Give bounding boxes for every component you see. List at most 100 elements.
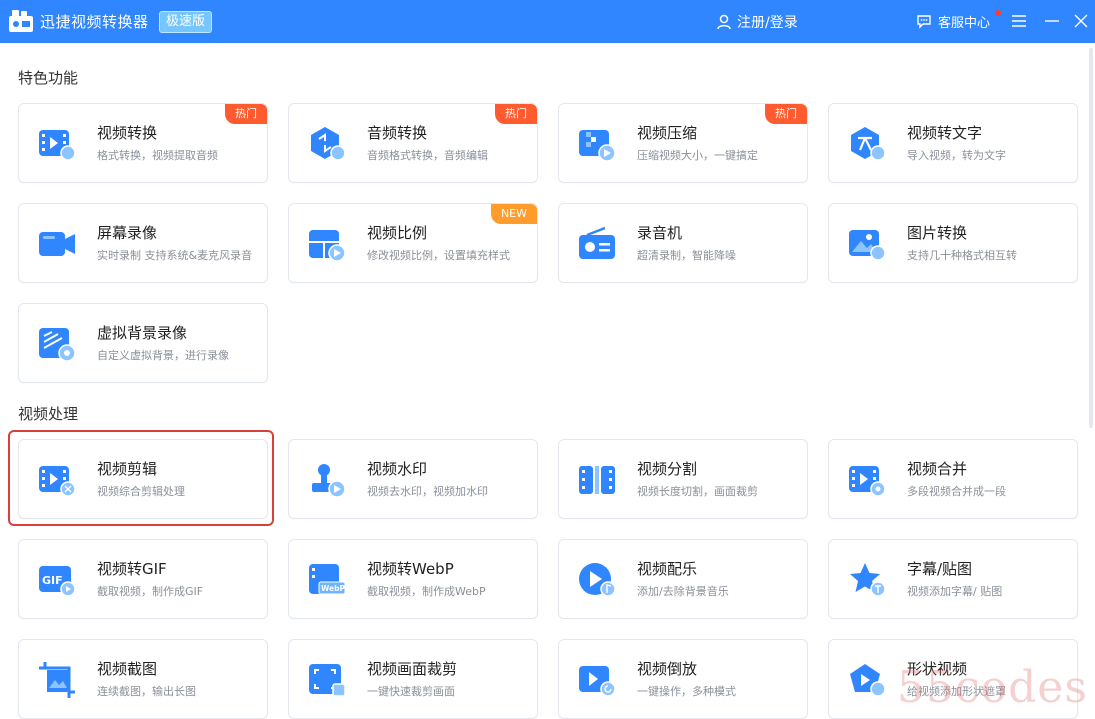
card-video-to-gif[interactable]: GIF 视频转GIF 截取视频，制作成GIF	[18, 539, 268, 619]
new-tag: NEW	[490, 204, 537, 224]
close-icon	[1074, 14, 1088, 28]
card-audio-convert[interactable]: 音频转换 音频格式转换，音频编辑 热门	[288, 103, 538, 183]
card-video-compress[interactable]: 视频压缩 压缩视频大小，一键搞定 热门	[558, 103, 808, 183]
minimize-icon	[1045, 20, 1059, 22]
gif-icon: GIF	[39, 566, 76, 597]
gif-icon-label: GIF	[42, 574, 63, 587]
card-title: 视频截图	[97, 660, 158, 678]
user-icon	[717, 14, 731, 30]
card-desc: 实时录制 支持系统&麦克风录音	[97, 249, 253, 262]
app-logo-icon	[9, 10, 33, 32]
card-desc: 视频去水印，视频加水印	[367, 485, 488, 498]
login-label: 注册/登录	[737, 15, 798, 31]
close-button[interactable]	[1072, 12, 1090, 30]
hot-tag: 热门	[495, 104, 537, 124]
card-title: 视频转GIF	[97, 560, 167, 578]
card-title: 虚拟背景录像	[97, 324, 188, 342]
card-video-reverse[interactable]: 视频倒放 一键操作，多种模式	[558, 639, 808, 719]
video-compress-icon	[579, 130, 616, 162]
card-title: 视频画面裁剪	[367, 660, 458, 678]
card-desc: 视频长度切割，画面裁剪	[637, 485, 758, 498]
minimize-button[interactable]	[1043, 12, 1061, 30]
video-music-icon	[579, 563, 616, 597]
card-title: 视频倒放	[637, 660, 698, 678]
card-desc: 连续截图，输出长图	[97, 685, 196, 698]
card-video-music[interactable]: 视频配乐 添加/去除背景音乐	[558, 539, 808, 619]
webp-icon-label: WebP	[321, 584, 345, 593]
video-watermark-icon	[312, 464, 346, 498]
reverse-icon	[579, 666, 616, 697]
shape-video-icon	[850, 664, 886, 697]
card-desc: 多段视频合并成一段	[907, 485, 1006, 498]
card-title: 视频配乐	[637, 560, 698, 578]
card-desc: 支持几十种格式相互转	[907, 249, 1017, 262]
card-recorder[interactable]: 录音机 超清录制，智能降噪	[558, 203, 808, 283]
card-image-convert[interactable]: 图片转换 支持几十种格式相互转	[828, 203, 1078, 283]
audio-convert-icon	[311, 127, 346, 161]
card-title: 视频水印	[367, 460, 428, 478]
customer-service-button[interactable]: 客服中心	[916, 12, 990, 31]
card-title: 图片转换	[907, 224, 968, 242]
card-desc: 自定义虚拟背景，进行录像	[97, 349, 229, 362]
card-desc: 格式转换，视频提取音频	[97, 149, 218, 162]
video-split-icon	[579, 466, 615, 494]
card-desc: 一键操作，多种模式	[637, 685, 736, 698]
card-title: 视频比例	[367, 224, 428, 242]
login-button[interactable]: 注册/登录	[717, 12, 798, 32]
card-title: 视频转换	[97, 124, 158, 142]
app-title: 迅捷视频转换器	[40, 13, 149, 31]
video-merge-icon	[849, 466, 886, 497]
card-screen-record[interactable]: 屏幕录像 实时录制 支持系统&麦克风录音	[18, 203, 268, 283]
card-video-split[interactable]: 视频分割 视频长度切割，画面裁剪	[558, 439, 808, 519]
webp-icon: WebP	[309, 564, 346, 595]
card-video-merge[interactable]: 视频合并 多段视频合并成一段	[828, 439, 1078, 519]
card-virtual-background[interactable]: 虚拟背景录像 自定义虚拟背景，进行录像	[18, 303, 268, 383]
screenshot-icon	[39, 662, 75, 698]
card-desc: 视频添加字幕/ 贴图	[907, 585, 1003, 598]
card-video-to-webp[interactable]: WebP 视频转WebP 截取视频，制作成WebP	[288, 539, 538, 619]
notification-dot	[995, 10, 1001, 16]
card-video-watermark[interactable]: 视频水印 视频去水印，视频加水印	[288, 439, 538, 519]
selection-highlight	[8, 430, 274, 526]
support-label: 客服中心	[938, 16, 991, 31]
card-desc: 压缩视频大小，一键搞定	[637, 149, 758, 162]
card-video-screenshot[interactable]: 视频截图 连续截图，输出长图	[18, 639, 268, 719]
card-title: 视频压缩	[637, 124, 698, 142]
watermark: 55codes	[897, 662, 1088, 713]
card-desc: 添加/去除背景音乐	[637, 585, 729, 598]
hot-tag: 热门	[765, 104, 807, 124]
card-title: 屏幕录像	[97, 224, 158, 242]
card-desc: 修改视频比例，设置填充样式	[367, 249, 510, 262]
card-subtitle-sticker[interactable]: 字幕/贴图 视频添加字幕/ 贴图	[828, 539, 1078, 619]
card-video-convert[interactable]: 视频转换 格式转换，视频提取音频 热门	[18, 103, 268, 183]
section-title-featured: 特色功能	[18, 69, 79, 87]
card-desc: 导入视频，转为文字	[907, 149, 1006, 162]
card-desc: 音频格式转换，音频编辑	[367, 149, 488, 162]
card-title: 录音机	[637, 224, 683, 242]
menu-button[interactable]	[1010, 12, 1028, 30]
menu-icon	[1012, 15, 1026, 27]
card-title: 视频转文字	[907, 124, 983, 142]
card-title: 视频分割	[637, 460, 698, 478]
card-desc: 一键快速裁剪画面	[367, 685, 455, 698]
card-desc: 截取视频，制作成WebP	[367, 585, 486, 598]
card-video-crop[interactable]: 视频画面裁剪 一键快速裁剪画面	[288, 639, 538, 719]
screen-record-icon	[39, 232, 75, 256]
virtual-background-icon	[39, 328, 76, 362]
video-to-text-icon	[851, 127, 886, 161]
scrollbar[interactable]	[1089, 48, 1093, 428]
crop-icon	[309, 664, 346, 697]
card-video-to-text[interactable]: 视频转文字 导入视频，转为文字	[828, 103, 1078, 183]
title-bar: 迅捷视频转换器 极速版 注册/登录 客服中心	[0, 0, 1095, 43]
image-convert-icon	[849, 230, 886, 261]
hot-tag: 热门	[225, 104, 267, 124]
card-desc: 超清录制，智能降噪	[637, 249, 736, 262]
video-ratio-icon	[309, 230, 346, 262]
chat-bubble-icon	[917, 15, 931, 29]
card-desc: 截取视频，制作成GIF	[97, 585, 204, 598]
card-title: 字幕/贴图	[907, 560, 973, 578]
card-title: 音频转换	[367, 124, 428, 142]
card-title: 视频合并	[907, 460, 968, 478]
card-video-ratio[interactable]: 视频比例 修改视频比例，设置填充样式 NEW	[288, 203, 538, 283]
recorder-icon	[579, 226, 615, 259]
